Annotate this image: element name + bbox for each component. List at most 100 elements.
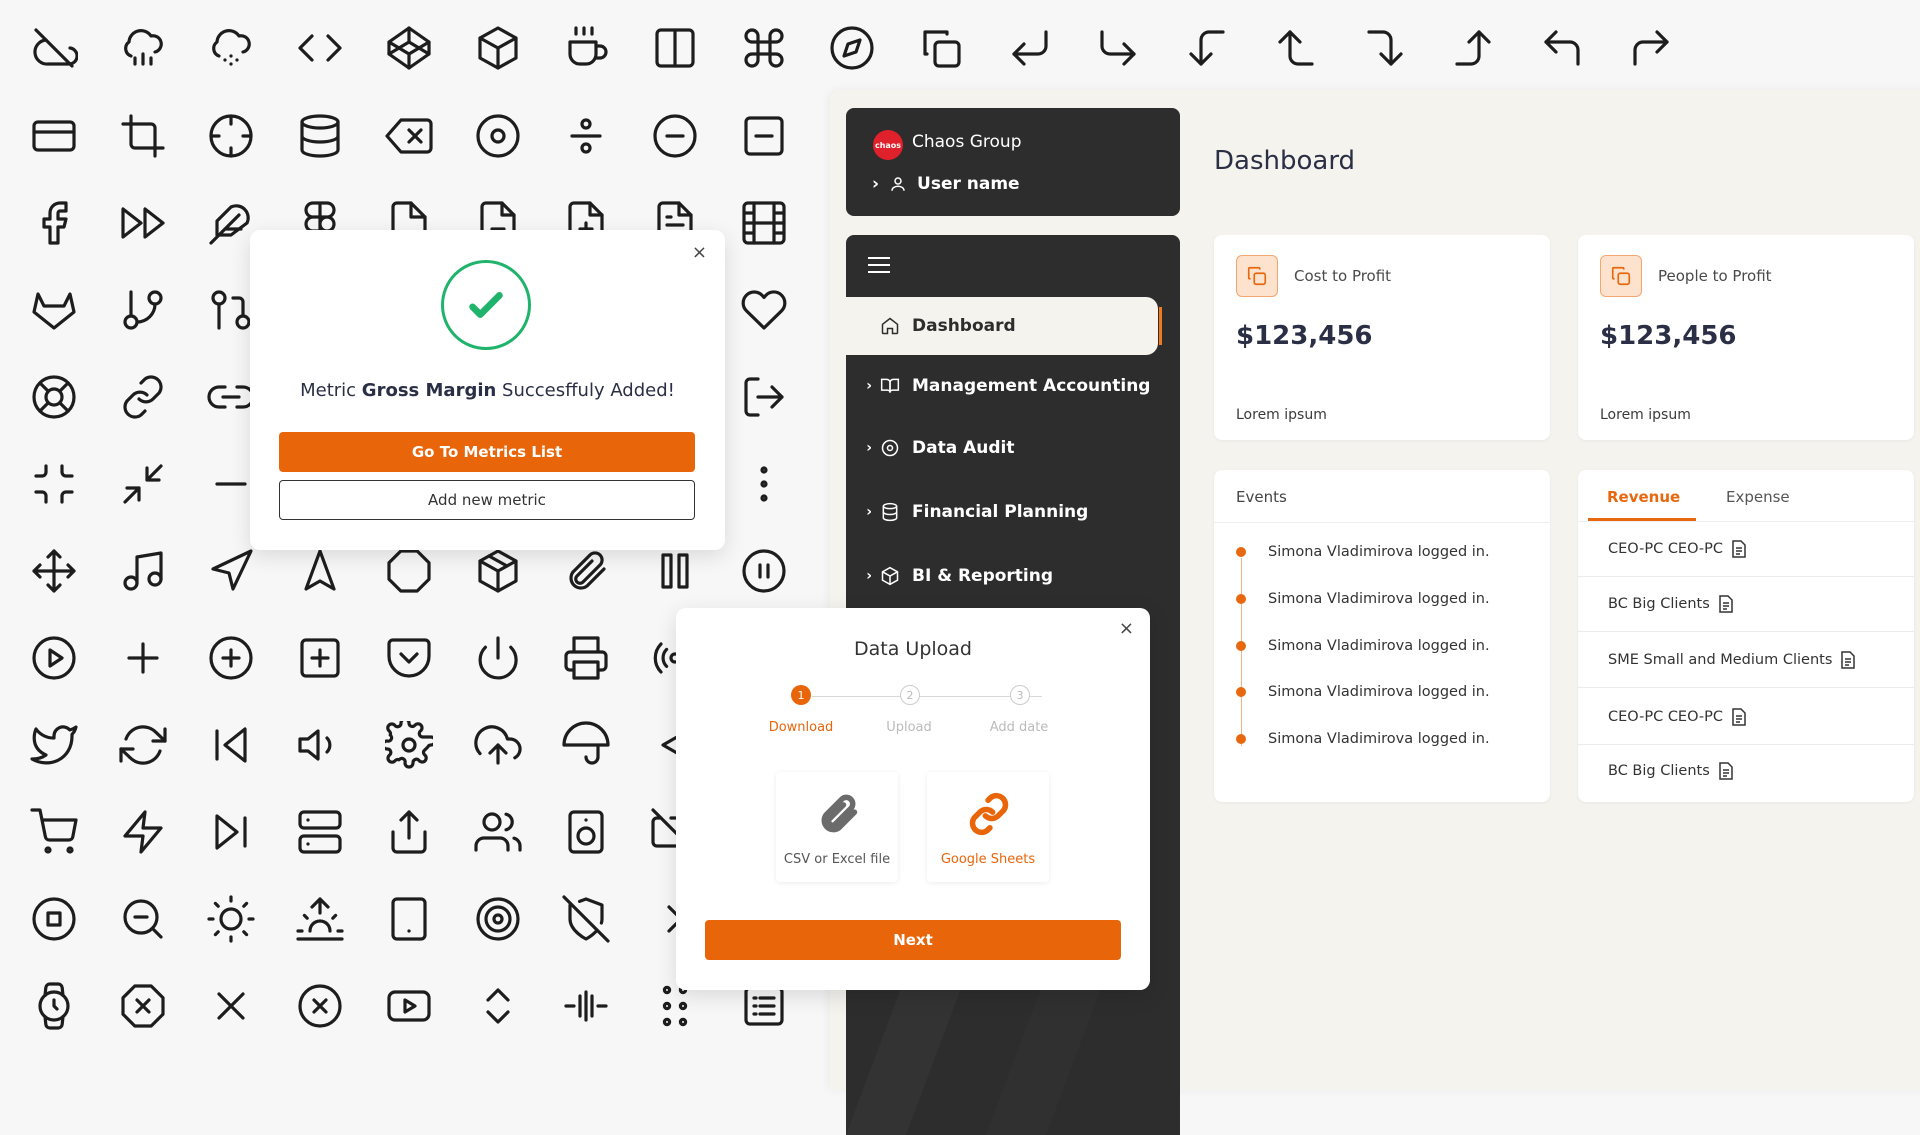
timeline-dot [1236,734,1246,744]
corner-up-left-icon [1536,22,1588,74]
columns-icon [649,22,701,74]
close-icon[interactable]: × [1119,618,1134,639]
metric-card-cost-to-profit[interactable]: Cost to Profit $123,456 Lorem ipsum [1214,235,1550,440]
plus-square-icon [294,632,346,684]
sidebar-item-bi-reporting[interactable]: › BI & Reporting [846,547,1180,605]
disc-icon [472,110,524,162]
table-row[interactable]: BC Big Clients [1578,577,1914,632]
youtube-icon [383,980,435,1032]
list-item: Simona Vladimirova logged in. [1236,731,1490,747]
upload-title: Data Upload [854,638,972,660]
paperclip-icon [821,794,858,833]
minimize-2-icon [117,458,169,510]
step-3-label: Add date [989,720,1049,735]
sidebar-item-label: Dashboard [912,316,1016,336]
cloud-off-icon [28,22,80,74]
step-3-indicator[interactable]: 3 [1010,685,1030,705]
navigation-2-icon [294,545,346,597]
plus-icon [117,632,169,684]
credit-card-icon [28,110,80,162]
close-icon[interactable]: × [692,242,707,263]
printer-icon [560,632,612,684]
life-buoy-icon [28,371,80,423]
go-to-metrics-list-button[interactable]: Go To Metrics List [279,432,695,472]
source-csv-excel[interactable]: CSV or Excel file [776,772,898,882]
film-icon [738,197,790,249]
tab-expense[interactable]: Expense [1726,488,1790,506]
events-title: Events [1236,488,1287,506]
chaos-logo: chaos [873,130,903,160]
database-icon [294,110,346,162]
crop-icon [117,110,169,162]
metric-subtext: Lorem ipsum [1236,407,1327,423]
metric-card-people-to-profit[interactable]: People to Profit $123,456 Lorem ipsum [1578,235,1914,440]
table-row[interactable]: CEO-PC CEO-PC [1578,690,1914,745]
shield-off-icon [560,893,612,945]
corner-down-right-icon [1092,22,1144,74]
minimize-icon [28,458,80,510]
corner-left-down-icon [1181,22,1233,74]
sidebar-item-management-accounting[interactable]: › Management Accounting [846,357,1180,415]
twitter-icon [28,719,80,771]
tab-revenue[interactable]: Revenue [1607,488,1680,506]
chevron-right-icon: › [866,440,872,456]
user-menu[interactable]: › User name [872,174,1020,194]
git-branch-icon [117,284,169,336]
org-name: Chaos Group [912,132,1022,152]
compass-icon [826,22,878,74]
metric-added-modal: × Metric Gross Margin Succesffuly Added!… [250,230,725,550]
metric-label: People to Profit [1658,267,1772,285]
more-vertical-icon [738,458,790,510]
upload-cloud-icon [472,719,524,771]
skip-forward-icon [205,806,257,858]
corner-right-up-icon [1447,22,1499,74]
plus-circle-icon [205,632,257,684]
sidebar-item-financial-planning[interactable]: › Financial Planning [846,483,1180,541]
navigation-icon [205,545,257,597]
sidebar-item-data-audit[interactable]: › Data Audit [846,419,1180,477]
file-text-icon [1732,708,1746,726]
settings-icon [383,719,435,771]
sidebar-item-label: BI & Reporting [912,566,1054,586]
x-icon [205,980,257,1032]
play-circle-icon [28,632,80,684]
list-item: Simona Vladimirova logged in. [1236,684,1490,700]
add-new-metric-button[interactable]: Add new metric [279,480,695,520]
table-row[interactable]: SME Small and Medium Clients [1578,633,1914,688]
step-1-indicator[interactable]: 1 [791,685,811,705]
link-icon [969,792,1009,836]
hamburger-menu-icon[interactable] [868,257,890,273]
source-label: Google Sheets [940,852,1036,867]
heart-icon [738,284,790,336]
watch-icon [28,980,80,1032]
move-icon [28,545,80,597]
divide-icon [560,110,612,162]
tablet-icon [383,893,435,945]
x-circle-icon [294,980,346,1032]
zoom-out-icon [117,893,169,945]
coffee-icon [560,22,612,74]
pause-circle-icon [738,545,790,597]
next-button[interactable]: Next [705,920,1121,960]
data-upload-modal: × Data Upload 1 2 3 Download Upload Add … [676,608,1150,990]
music-icon [117,545,169,597]
timeline-dot [1236,547,1246,557]
source-google-sheets[interactable]: Google Sheets [927,772,1049,882]
table-row[interactable]: BC Big Clients [1578,744,1914,798]
server-icon [294,806,346,858]
delete-icon [383,110,435,162]
sidebar-item-dashboard[interactable]: Dashboard [846,297,1162,355]
source-label: CSV or Excel file [783,852,891,867]
code-icon [294,22,346,74]
minus-circle-icon [649,110,701,162]
step-2-indicator[interactable]: 2 [900,685,920,705]
crosshair-icon [205,110,257,162]
sun-icon [205,893,257,945]
table-row[interactable]: CEO-PC CEO-PC [1578,522,1914,577]
corner-down-left-icon [1004,22,1056,74]
log-out-icon [738,371,790,423]
chevron-right-icon: › [866,378,872,394]
stepper-line [812,696,1042,697]
metric-subtext: Lorem ipsum [1600,407,1691,423]
step-1-label: Download [768,720,834,735]
